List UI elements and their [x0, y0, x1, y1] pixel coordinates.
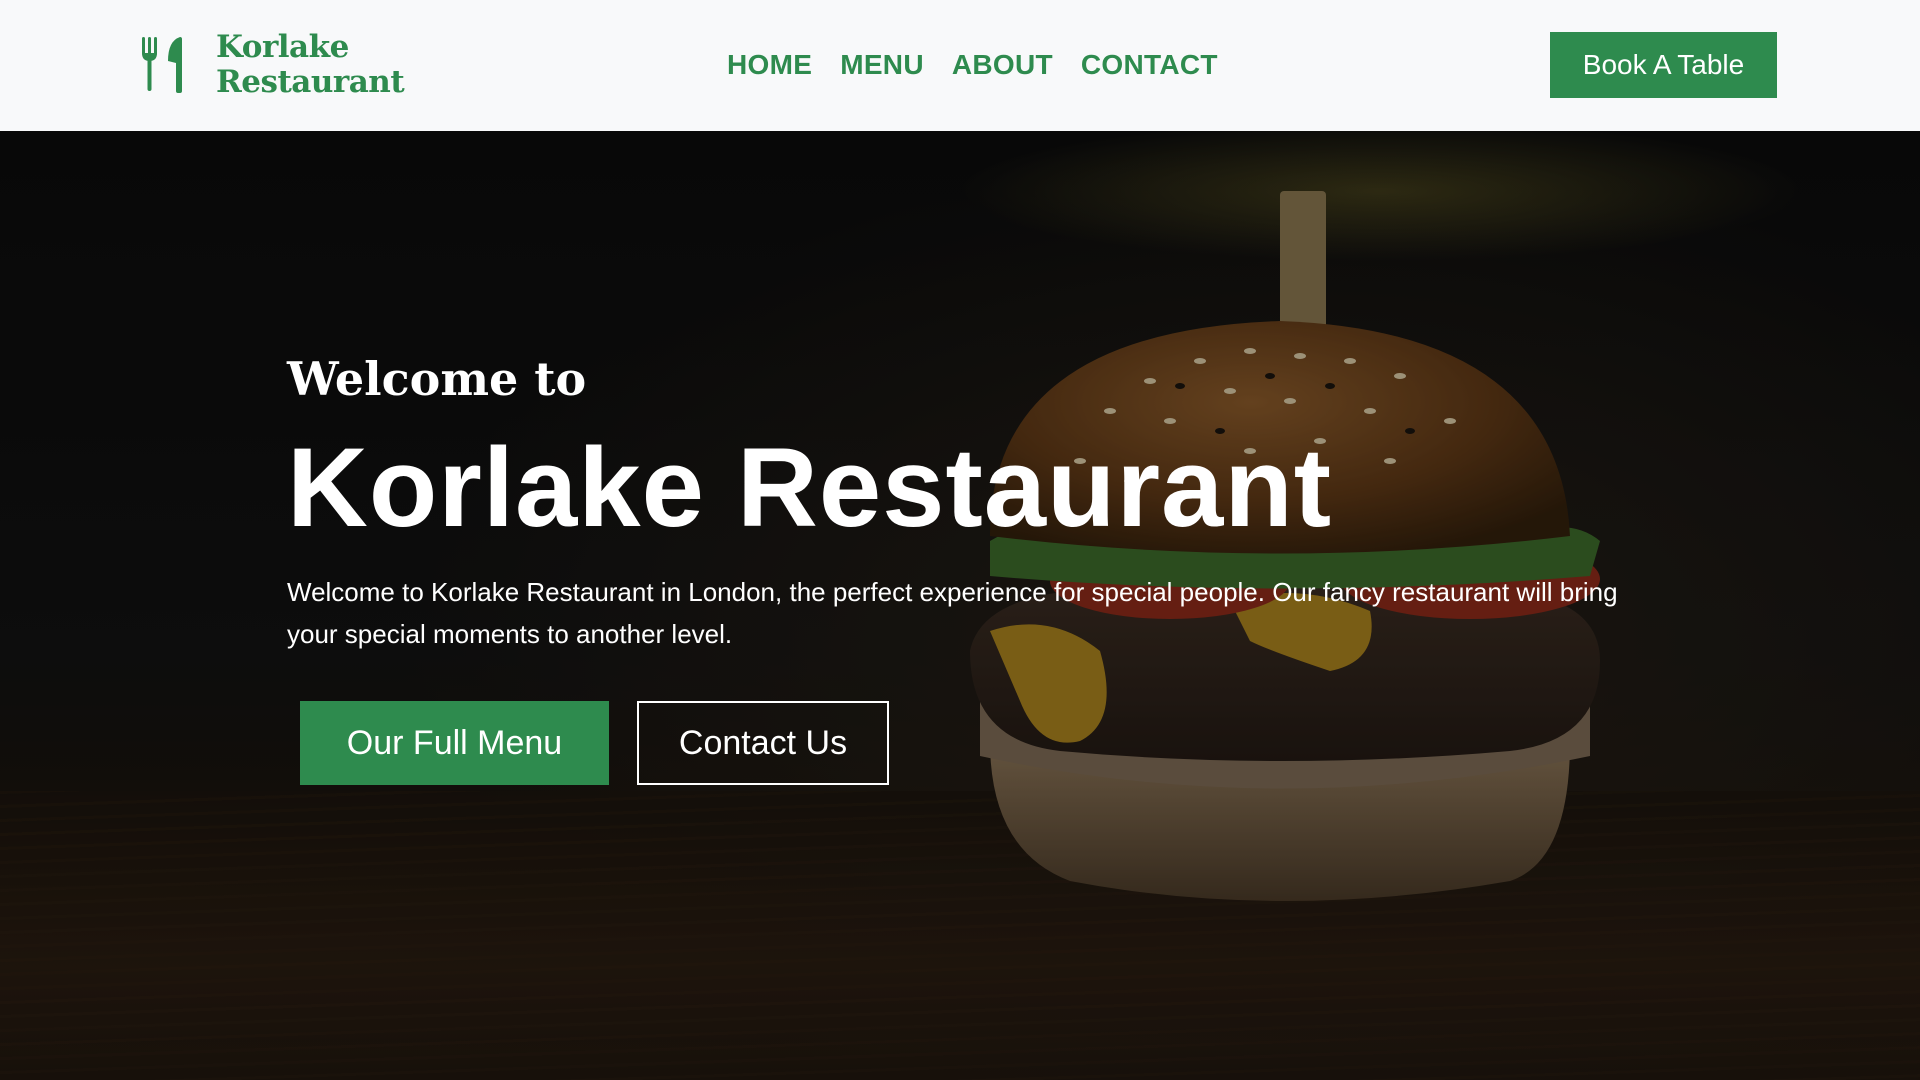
nav-about[interactable]: ABOUT [952, 48, 1053, 82]
full-menu-button[interactable]: Our Full Menu [300, 701, 609, 785]
nav-contact[interactable]: CONTACT [1081, 48, 1218, 82]
book-table-button[interactable]: Book A Table [1550, 32, 1777, 98]
brand-name: Korlake Restaurant [216, 29, 405, 100]
hero-actions: Our Full Menu Contact Us [300, 701, 1647, 785]
main-nav: HOME MENU ABOUT CONTACT [727, 48, 1218, 82]
hero-section: Welcome to Korlake Restaurant Welcome to… [0, 131, 1920, 1080]
hero-title: Korlake Restaurant [287, 425, 1333, 550]
site-header: Korlake Restaurant HOME MENU ABOUT CONTA… [0, 0, 1920, 131]
hero-description: Welcome to Korlake Restaurant in London,… [287, 577, 1618, 649]
brand-logo[interactable]: Korlake Restaurant [140, 29, 405, 100]
nav-menu[interactable]: MENU [840, 48, 924, 82]
brand-name-line2: Restaurant [216, 64, 405, 100]
brand-name-line1: Korlake [216, 29, 349, 65]
nav-home[interactable]: HOME [727, 48, 812, 82]
fork-spoon-icon [142, 37, 182, 93]
hero-content: Welcome to Korlake Restaurant Welcome to… [287, 351, 1647, 785]
contact-us-button[interactable]: Contact Us [637, 701, 889, 785]
hero-pre-title: Welcome to [287, 352, 587, 406]
